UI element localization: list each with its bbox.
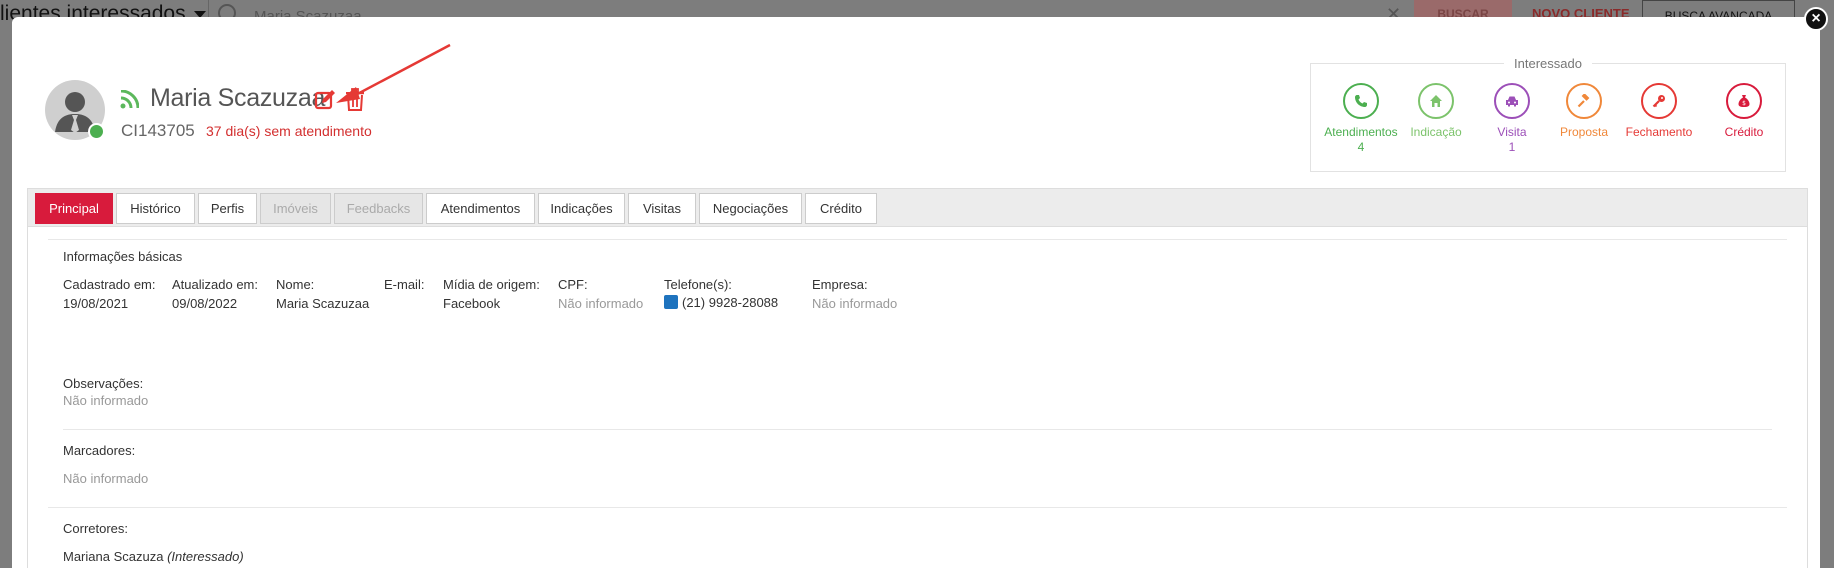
origin-media-value: Facebook [443,296,501,311]
tab-principal[interactable]: Principal [35,193,113,224]
step-fechamento[interactable]: Fechamento [1614,83,1704,140]
annotation-arrow [336,43,451,103]
registered-at-value: 19/08/2021 [63,296,129,311]
basic-info-title: Informações básicas [63,249,183,264]
money-bag-icon: $ [1738,95,1750,107]
updated-at-label: Atualizado em: [172,277,258,292]
registered-at-label: Cadastrado em: [63,277,156,292]
divider [48,239,1787,240]
broker-entry: Mariana Scazuza (Interessado) [63,549,244,564]
step-credito[interactable]: $ Crédito [1699,83,1789,140]
tab-bar: Principal Histórico Perfis Imóveis Feedb… [28,189,1807,227]
car-icon [1506,96,1518,107]
name-value: Maria Scazuzaa [276,296,370,311]
tab-historico[interactable]: Histórico [116,193,195,224]
tab-perfis[interactable]: Perfis [198,193,257,224]
key-icon [1652,95,1665,108]
markers-value: Não informado [63,471,149,486]
phones-label: Telefone(s): [664,277,732,292]
divider [48,507,1787,508]
broker-name: Mariana Scazuza [63,549,164,564]
client-detail-panel: Principal Histórico Perfis Imóveis Feedb… [27,188,1808,568]
company-label: Empresa: [812,277,868,292]
client-name: Maria Scazuzaa [150,84,326,112]
phone-icon[interactable] [664,295,678,309]
phone-icon [1355,95,1367,107]
close-modal-button[interactable]: × [1804,7,1828,31]
status-legend: Interessado [1311,56,1785,71]
phone-value[interactable]: (21) 9928-28088 [682,295,778,310]
tab-feedbacks[interactable]: Feedbacks [334,193,423,224]
cpf-label: CPF: [558,277,588,292]
svg-text:$: $ [1742,100,1746,107]
brokers-label: Corretores: [63,521,129,536]
broker-role: (Interessado) [167,549,244,564]
client-code: CI143705 [121,121,195,140]
phone-row: (21) 9928-28088 [664,295,778,310]
tab-visitas[interactable]: Visitas [628,193,696,224]
online-status-indicator [88,123,105,140]
tab-indicacoes[interactable]: Indicações [538,193,625,224]
status-pipeline: Interessado Atendimentos 4 Indicação Vis… [1310,56,1789,172]
gavel-icon [1577,94,1590,108]
updated-at-value: 09/08/2022 [172,296,238,311]
tab-credito[interactable]: Crédito [805,193,877,224]
markers-label: Marcadores: [63,443,136,458]
cpf-value: Não informado [558,296,644,311]
observations-label: Observações: [63,376,144,391]
client-detail-modal: Maria Scazuzaa CI143705 37 dia(s) sem at… [12,17,1820,568]
origin-media-label: Mídia de origem: [443,277,540,292]
observations-value: Não informado [63,393,149,408]
company-value: Não informado [812,296,898,311]
rss-icon [120,90,139,109]
days-without-service: 37 dia(s) sem atendimento [206,123,372,139]
edit-icon[interactable] [314,89,336,111]
divider [63,429,1772,430]
tab-atendimentos[interactable]: Atendimentos [426,193,535,224]
home-icon [1430,95,1442,107]
tab-negociacoes[interactable]: Negociações [699,193,802,224]
email-label: E-mail: [384,277,425,292]
name-label: Nome: [276,277,315,292]
tab-imoveis[interactable]: Imóveis [260,193,331,224]
